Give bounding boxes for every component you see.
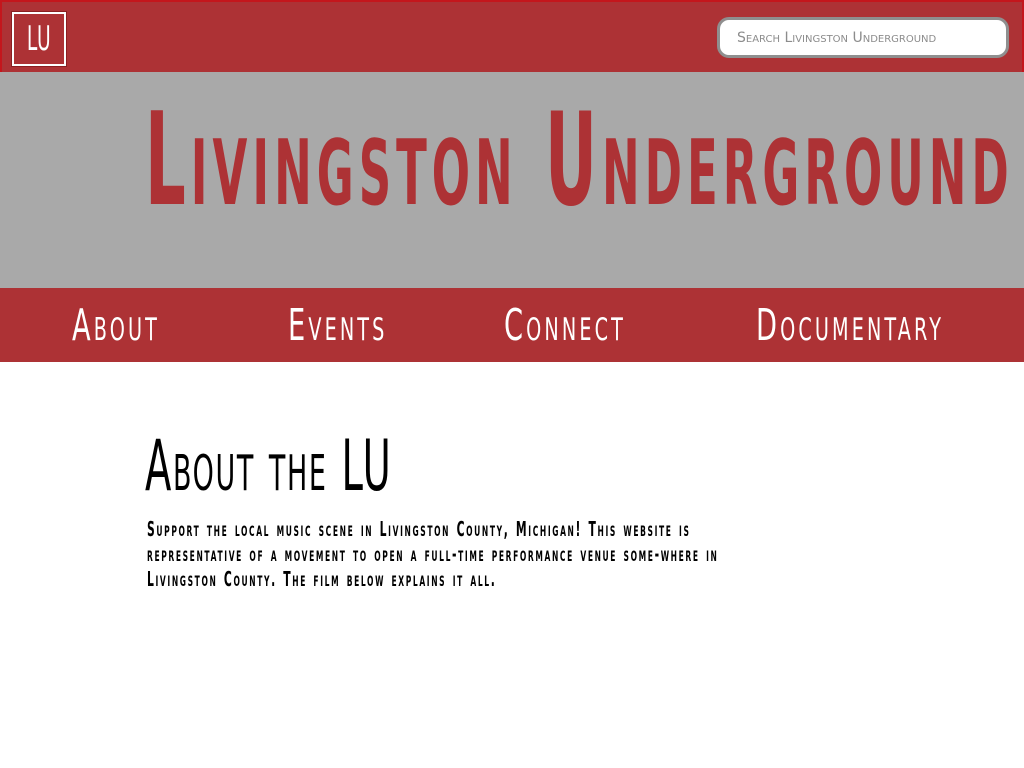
nav-item-documentary[interactable]: Documentary <box>756 302 944 350</box>
main-nav: About Events Connect Documentary <box>0 288 1024 362</box>
section-body-text: Support the local music scene in Livings… <box>147 517 719 591</box>
nav-item-about[interactable]: About <box>72 302 160 350</box>
nav-item-events[interactable]: Events <box>288 302 387 350</box>
section-heading: About the LU <box>145 425 393 507</box>
top-bar: LU <box>0 0 1024 72</box>
site-title: Livingston Underground <box>145 96 1009 226</box>
logo-text: LU <box>26 19 52 59</box>
site-logo[interactable]: LU <box>11 11 67 67</box>
logo-mark: LU <box>14 14 64 64</box>
nav-item-connect[interactable]: Connect <box>504 302 626 350</box>
search-input[interactable] <box>717 17 1009 58</box>
